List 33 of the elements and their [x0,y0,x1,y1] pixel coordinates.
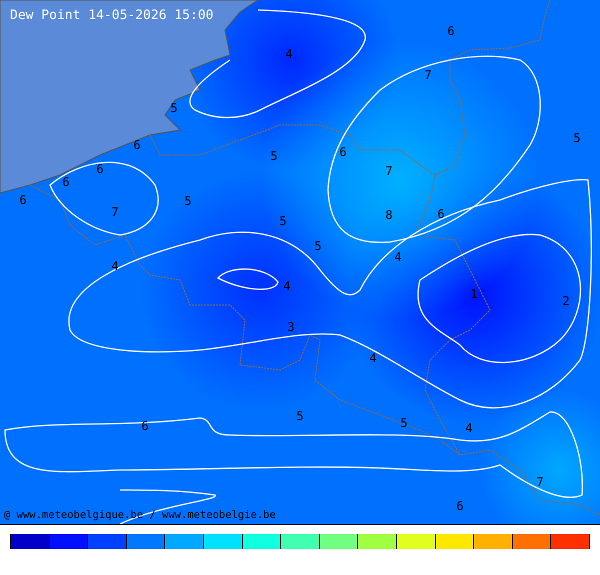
contour-label: 2 [562,294,570,308]
contour-label: 1 [470,287,478,301]
contour-label: 5 [279,214,287,228]
contour-label: 7 [536,475,544,489]
contour-label: 4 [465,421,473,435]
contour-label: 7 [424,68,432,82]
contour-label: 7 [111,205,119,219]
contour-label: 5 [296,409,304,423]
contour-label: 5 [400,416,408,430]
contour-label: 6 [141,419,149,433]
contour-label: 6 [339,145,347,159]
credit-text: @ www.meteobelgique.be / www.meteobelgie.be [4,509,276,521]
map-title: Dew Point 14-05-2026 15:00 [10,8,214,23]
contour-label: 6 [456,499,464,513]
contour-label: 6 [96,162,104,176]
contour-label: 5 [184,194,192,208]
contour-label: 3 [287,320,295,334]
contour-label: 5 [170,101,178,115]
contour-label: 7 [385,164,393,178]
contour-label: 6 [437,207,445,221]
contour-label: 4 [285,47,293,61]
contour-label: 8 [385,208,393,222]
contour-label: 4 [394,250,402,264]
contour-label: 5 [270,149,278,163]
contour-label: 4 [369,351,377,365]
contour-label: 5 [573,131,581,145]
contour-label: 6 [447,24,455,38]
contour-label: 5 [314,239,322,253]
contour-label: 6 [19,193,27,207]
contour-label: 4 [283,279,291,293]
contour-label: 6 [133,138,141,152]
contour-label: 4 [111,259,119,273]
contour-label: 6 [62,175,70,189]
